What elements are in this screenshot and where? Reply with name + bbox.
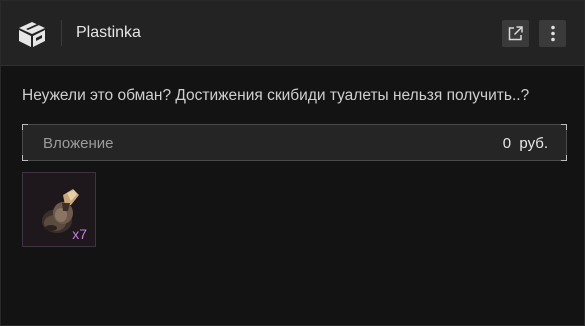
attachment-label: Вложение	[43, 135, 114, 152]
item-quantity: x7	[72, 226, 87, 242]
corner-decoration	[561, 155, 567, 161]
box-icon	[19, 22, 45, 47]
corner-decoration	[22, 124, 28, 130]
header-divider	[61, 20, 62, 46]
mail-header: Plastinka	[1, 1, 584, 66]
mail-window: Plastinka Неужели это обман? Достижения …	[0, 0, 585, 326]
mail-title: Plastinka	[76, 24, 141, 41]
external-link-icon	[508, 26, 523, 41]
item-slot[interactable]: x7	[22, 172, 96, 247]
attachment-bar: Вложение 0 руб.	[22, 124, 567, 161]
attachment-amount: 0 руб.	[502, 135, 548, 152]
open-external-button[interactable]	[502, 20, 529, 47]
more-options-button[interactable]	[539, 20, 566, 47]
corner-decoration	[561, 124, 567, 130]
mail-message: Неужели это обман? Достижения скибиди ту…	[22, 87, 530, 104]
more-vertical-icon	[550, 25, 555, 42]
corner-decoration	[22, 155, 28, 161]
